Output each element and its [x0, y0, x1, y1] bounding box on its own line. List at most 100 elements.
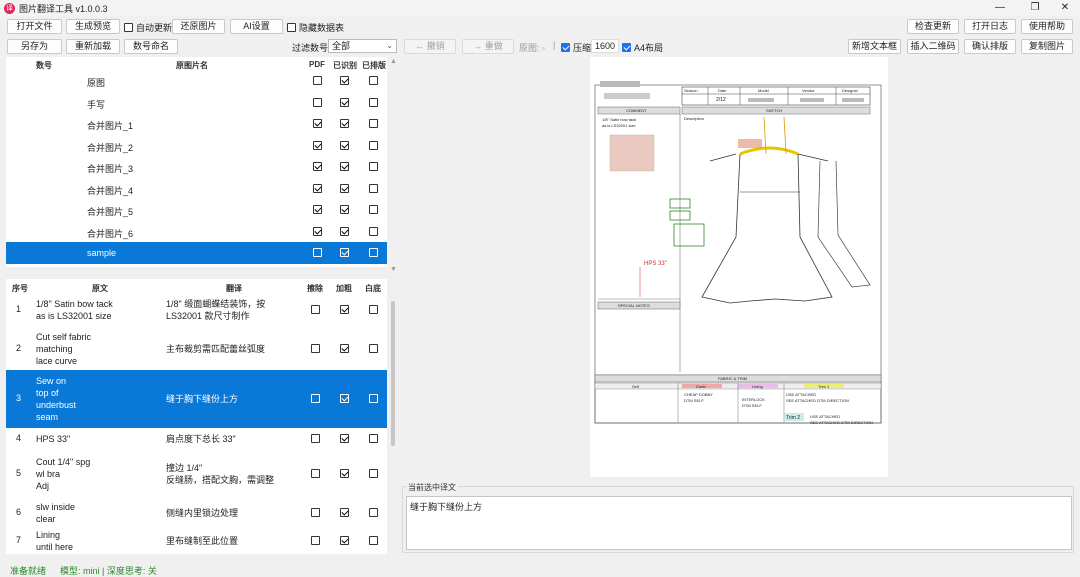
image-table-row[interactable]: 手写	[6, 92, 387, 114]
translation-table-scrollbar[interactable]	[388, 279, 398, 554]
translation-table-row[interactable]: 3 Sew on top of underbust seam 缝于胸下缝份上方	[6, 370, 387, 428]
undo-button[interactable]: ← 撤销	[404, 39, 456, 54]
recognized-checkbox[interactable]	[340, 226, 349, 236]
typeset-checkbox[interactable]	[369, 226, 378, 236]
pdf-checkbox[interactable]	[313, 248, 322, 257]
typeset-checkbox[interactable]	[369, 162, 378, 171]
image-table-row[interactable]: 合并图片_1	[6, 113, 387, 135]
confirm-layout-button[interactable]: 确认排版	[964, 39, 1016, 54]
open-file-button[interactable]: 打开文件	[7, 19, 62, 34]
open-log-button[interactable]: 打开日志	[964, 19, 1016, 34]
white-checkbox[interactable]	[369, 434, 378, 443]
compress-check[interactable]	[561, 43, 570, 52]
typeset-checkbox[interactable]	[369, 205, 378, 214]
pdf-checkbox[interactable]	[313, 183, 322, 193]
bold-checkbox[interactable]	[340, 394, 349, 403]
recognized-checkbox[interactable]	[340, 248, 349, 257]
pdf-checkbox[interactable]	[313, 226, 322, 236]
translation-table-row[interactable]: 4 HPS 33" 肩点度下总长 33"	[6, 428, 387, 450]
typeset-checkbox[interactable]	[369, 248, 378, 257]
image-table-scrollbar[interactable]: ▲ ▼	[388, 57, 398, 275]
erase-checkbox[interactable]	[311, 536, 320, 545]
bold-checkbox[interactable]	[340, 305, 349, 314]
image-table-row[interactable]: 合并图片_4	[6, 178, 387, 200]
check-update-button[interactable]: 检查更新	[907, 19, 959, 34]
translation-table-row[interactable]: 1 1/8" Satin bow tack as is LS32001 size 1…	[6, 293, 387, 327]
current-translation-textbox[interactable]: 缝于胸下缝份上方	[406, 496, 1072, 550]
a4-layout-checkbox[interactable]: A4布局	[622, 41, 663, 54]
recognized-checkbox[interactable]	[340, 140, 349, 150]
bold-checkbox[interactable]	[340, 468, 349, 478]
translation-text-cell[interactable]: 1/8" 缎面蝴蝶结装饰，按 LS32001 款尺寸制作	[166, 298, 265, 322]
white-checkbox[interactable]	[369, 394, 378, 403]
erase-checkbox[interactable]	[311, 468, 320, 478]
generate-preview-button[interactable]: 生成预览	[66, 19, 120, 34]
typeset-checkbox[interactable]	[369, 119, 378, 128]
compress-checkbox[interactable]: 压缩	[561, 41, 591, 54]
translation-table-row[interactable]: 5 Cout 1/4" spg wl bra Adj 撞边 1/4" 反缝肠，搭配文…	[6, 450, 387, 497]
hide-table-check[interactable]	[287, 23, 296, 32]
reload-button[interactable]: 重新加载	[66, 39, 120, 54]
redo-button[interactable]: → 重做	[462, 39, 514, 54]
erase-checkbox[interactable]	[311, 507, 320, 517]
scroll-down-icon[interactable]: ▼	[390, 266, 397, 273]
col-header-pdf[interactable]: PDF	[309, 60, 325, 69]
save-as-button[interactable]: 另存为	[7, 39, 62, 54]
number-rename-button[interactable]: 数号命名	[124, 39, 178, 54]
typeset-checkbox[interactable]	[369, 97, 378, 107]
erase-checkbox[interactable]	[311, 394, 320, 403]
image-table-row[interactable]: 合并图片_2	[6, 135, 387, 157]
bold-checkbox[interactable]	[340, 536, 349, 545]
image-table-row[interactable]: 原图	[6, 70, 387, 92]
typeset-checkbox[interactable]	[369, 183, 378, 193]
recognized-checkbox[interactable]	[340, 119, 349, 128]
recognized-checkbox[interactable]	[340, 183, 349, 193]
close-button[interactable]: ✕	[1050, 0, 1080, 16]
minimize-button[interactable]: —	[985, 0, 1015, 16]
recognized-checkbox[interactable]	[340, 76, 349, 85]
pdf-checkbox[interactable]	[313, 119, 322, 128]
auto-update-check[interactable]	[124, 23, 133, 32]
image-table-row[interactable]: sample	[6, 242, 387, 264]
erase-checkbox[interactable]	[311, 305, 320, 314]
translation-text-cell[interactable]: 缝于胸下缝份上方	[166, 393, 238, 405]
image-table-row[interactable]: 合并图片_6	[6, 221, 387, 243]
ai-settings-button[interactable]: AI设置	[230, 19, 283, 34]
pdf-checkbox[interactable]	[313, 140, 322, 150]
bold-checkbox[interactable]	[340, 434, 349, 443]
white-checkbox[interactable]	[369, 343, 378, 353]
image-table-row[interactable]: 合并图片_5	[6, 199, 387, 221]
help-button[interactable]: 使用帮助	[1021, 19, 1073, 34]
bold-checkbox[interactable]	[340, 507, 349, 517]
white-checkbox[interactable]	[369, 468, 378, 478]
recognized-checkbox[interactable]	[340, 97, 349, 107]
bold-checkbox[interactable]	[340, 343, 349, 353]
scrollbar-thumb[interactable]	[391, 301, 395, 446]
translation-table-row[interactable]: 7 Lining until here 里布缝制至此位置	[6, 528, 387, 554]
translation-text-cell[interactable]: 主布裁剪需匹配蕾丝弧度	[166, 343, 265, 355]
compress-size-input[interactable]: 1600	[591, 39, 619, 53]
auto-update-checkbox[interactable]: 自动更新	[124, 21, 172, 34]
white-checkbox[interactable]	[369, 536, 378, 545]
translation-table-row[interactable]: 6 slw inside clear 侧缝内里锁边处理	[6, 497, 387, 528]
scroll-up-icon[interactable]: ▲	[390, 58, 397, 65]
pdf-checkbox[interactable]	[313, 76, 322, 85]
translation-text-cell[interactable]: 肩点度下总长 33"	[166, 433, 236, 445]
white-checkbox[interactable]	[369, 507, 378, 517]
recognized-checkbox[interactable]	[340, 205, 349, 214]
translation-text-cell[interactable]: 侧缝内里锁边处理	[166, 507, 238, 519]
restore-image-button[interactable]: 还原图片	[172, 19, 225, 34]
maximize-button[interactable]: ❐	[1020, 0, 1050, 16]
pdf-checkbox[interactable]	[313, 162, 322, 171]
new-textbox-button[interactable]: 新增文本框	[848, 39, 901, 54]
typeset-checkbox[interactable]	[369, 140, 378, 150]
translation-text-cell[interactable]: 撞边 1/4" 反缝肠，搭配文胸，需调整	[166, 462, 274, 486]
filter-select[interactable]: 全部 ⌄	[328, 39, 397, 53]
insert-qr-button[interactable]: 插入二维码	[907, 39, 959, 54]
erase-checkbox[interactable]	[311, 343, 320, 353]
typeset-checkbox[interactable]	[369, 76, 378, 85]
image-table-row[interactable]: 合并图片_3	[6, 156, 387, 178]
image-preview[interactable]: HPS 33" Season Date Model Vendor Designe…	[590, 57, 888, 477]
recognized-checkbox[interactable]	[340, 162, 349, 171]
copy-image-button[interactable]: 复制图片	[1021, 39, 1073, 54]
